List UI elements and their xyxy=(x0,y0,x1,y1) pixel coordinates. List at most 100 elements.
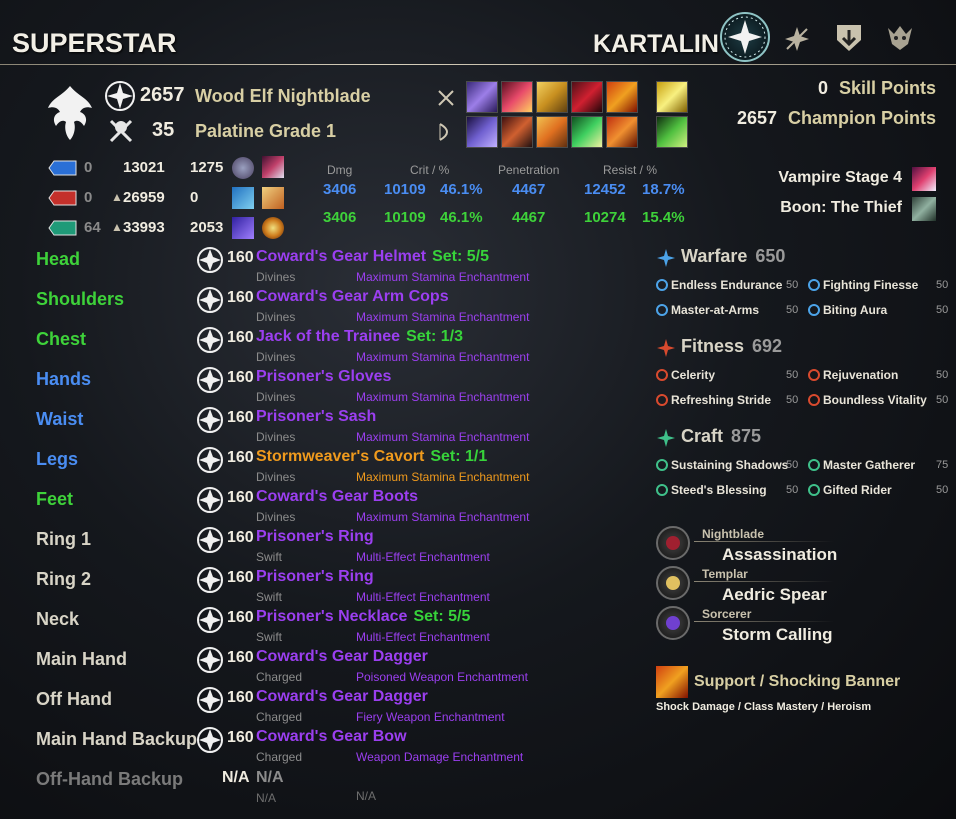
daedra-icon[interactable] xyxy=(884,22,914,52)
champion-star[interactable]: Steed's Blessing xyxy=(656,483,767,497)
item-name-line[interactable]: Coward's Gear Dagger xyxy=(256,688,428,706)
crossed-daggers-icon xyxy=(436,88,456,108)
gear-row-shoulders[interactable]: Shoulders 160 Coward's Gear Arm Cops Divine… xyxy=(0,287,560,329)
skill-line-name: Assassination xyxy=(722,545,838,564)
craft-constellation-icon xyxy=(656,428,676,448)
nightblade-skill-line-icon[interactable] xyxy=(656,526,690,560)
gear-row-feet[interactable]: Feet 160 Coward's Gear Boots Divines Maximum… xyxy=(0,487,560,529)
warfare-constellation-icon[interactable] xyxy=(782,24,812,54)
gear-row-waist[interactable]: Waist 160 Prisoner's Sash Divines Maximum St… xyxy=(0,406,560,449)
item-name-line[interactable]: Coward's Gear Arm Cops xyxy=(256,288,449,306)
champion-star[interactable]: Sustaining Shadows xyxy=(656,458,788,472)
champion-star[interactable]: Master Gatherer xyxy=(808,458,915,472)
champion-emblem-icon[interactable] xyxy=(720,12,770,62)
champion-star-points: 50 xyxy=(936,369,949,381)
item-name-line[interactable]: Coward's Gear Dagger xyxy=(256,648,428,666)
slot-name: Off Hand xyxy=(36,689,112,709)
item-name-line[interactable]: Prisoner's Sash xyxy=(256,408,376,426)
back-bar-skill-2-icon[interactable] xyxy=(501,116,533,148)
item-enchant: Maximum Stamina Enchantment xyxy=(356,270,530,284)
front-bar-ultimate-icon[interactable] xyxy=(656,81,688,113)
resource-tag-icon xyxy=(48,220,78,236)
champion-star-points: 50 xyxy=(786,369,799,381)
back-bar-ultimate-icon[interactable] xyxy=(656,116,688,148)
item-name-line[interactable]: Prisoner's Necklace Set: 5/5 xyxy=(256,608,470,626)
champion-star[interactable]: Celerity xyxy=(656,368,715,382)
champion-star-name: Boundless Vitality xyxy=(823,393,927,407)
item-enchant: Maximum Stamina Enchantment xyxy=(356,350,530,364)
resource-recovery: 2053 xyxy=(190,219,224,236)
gear-row-main-hand-backup[interactable]: Main Hand Backup 160 Coward's Gear Bow Char… xyxy=(0,726,560,769)
slot-name: Feet xyxy=(36,489,74,509)
back-bar-skill-5-icon[interactable] xyxy=(606,116,638,148)
champion-rank-icon xyxy=(196,646,224,674)
item-name-line[interactable]: Stormweaver's Cavort Set: 1/1 xyxy=(256,448,487,466)
gear-row-main-hand[interactable]: Main Hand 160 Coward's Gear Dagger Charged P… xyxy=(0,646,560,689)
fitness-constellation-icon xyxy=(656,338,676,358)
front-bar-skill-4-icon[interactable] xyxy=(571,81,603,113)
back-bar-skill-3-icon[interactable] xyxy=(536,116,568,148)
item-name: Coward's Gear Boots xyxy=(256,488,419,505)
slot-name: Off-Hand Backup xyxy=(36,769,184,789)
champion-star-points: 75 xyxy=(936,459,949,471)
champion-star[interactable]: Boundless Vitality xyxy=(808,393,927,407)
item-name: Stormweaver's Cavort xyxy=(256,448,425,465)
champion-tree-points: 875 xyxy=(731,426,762,446)
slot-name: Ring 1 xyxy=(36,529,92,549)
champion-rank-icon xyxy=(196,726,224,754)
item-name-line[interactable]: Prisoner's Ring xyxy=(256,528,374,546)
item-trait: Divines xyxy=(256,470,296,484)
stat-header-dmg: Dmg xyxy=(327,163,353,177)
gear-row-off-hand[interactable]: Off Hand 160 Coward's Gear Dagger Charged Fi… xyxy=(0,687,560,729)
champion-star[interactable]: Rejuvenation xyxy=(808,368,898,382)
shocking-banner-icon[interactable] xyxy=(656,666,688,698)
sorcerer-skill-line-icon[interactable] xyxy=(656,606,690,640)
slot-name: Main Hand xyxy=(36,649,128,669)
gear-row-chest[interactable]: Chest 160 Jack of the Trainee Set: 1/3 Divin… xyxy=(0,327,560,369)
gear-row-head[interactable]: Head 160 Coward's Gear Helmet Set: 5/5 Divin… xyxy=(0,247,560,289)
front-bar-skill-5-icon[interactable] xyxy=(606,81,638,113)
item-name-line[interactable]: Prisoner's Gloves xyxy=(256,368,391,386)
templar-skill-line-icon[interactable] xyxy=(656,566,690,600)
gear-row-neck[interactable]: Neck 160 Prisoner's Necklace Set: 5/5 Swift M… xyxy=(0,607,560,649)
passive-effect-2-icon xyxy=(232,187,254,209)
champion-star[interactable]: Endless Endurance xyxy=(656,278,782,292)
shield-arrow-icon[interactable] xyxy=(834,22,864,52)
stat-header-resist: Resist / % xyxy=(603,163,658,177)
passive-effect-4-icon xyxy=(232,217,254,239)
gear-row-ring-2[interactable]: Ring 2 160 Prisoner's Ring Swift Multi-Effec… xyxy=(0,567,560,609)
item-name: Coward's Gear Dagger xyxy=(256,688,428,705)
champion-star[interactable]: Biting Aura xyxy=(808,303,887,317)
item-trait: Swift xyxy=(256,590,283,604)
champion-star[interactable]: Refreshing Stride xyxy=(656,393,771,407)
item-name-line[interactable]: Prisoner's Ring xyxy=(256,568,374,586)
champion-star-name: Fighting Finesse xyxy=(823,278,919,292)
front-bar-skill-2-icon[interactable] xyxy=(501,81,533,113)
nightblade-class-icon xyxy=(44,82,96,144)
stat-crit-pct: 46.1% xyxy=(440,209,483,226)
gear-row-offhand-backup[interactable]: Off-Hand Backup N/A N/A N/A N/A xyxy=(0,769,560,809)
champion-star[interactable]: Fighting Finesse xyxy=(808,278,918,292)
front-bar-skill-1-icon[interactable] xyxy=(466,81,498,113)
item-name: Prisoner's Ring xyxy=(256,528,374,545)
item-name-line[interactable]: Jack of the Trainee Set: 1/3 xyxy=(256,328,463,346)
front-bar-skill-3-icon[interactable] xyxy=(536,81,568,113)
slot-name: Neck xyxy=(36,609,80,629)
item-set-progress: Set: 1/1 xyxy=(430,448,488,465)
gear-row-legs[interactable]: Legs 160 Stormweaver's Cavort Set: 1/1 Divin… xyxy=(0,447,560,489)
slotted-star-icon xyxy=(656,394,668,406)
champion-star-name: Steed's Blessing xyxy=(671,483,767,497)
back-bar-skill-1-icon[interactable] xyxy=(466,116,498,148)
champion-star[interactable]: Master-at-Arms xyxy=(656,303,759,317)
champion-rank-icon xyxy=(196,406,224,434)
stat-resist-pct: 18.7% xyxy=(642,181,685,198)
back-bar-skill-4-icon[interactable] xyxy=(571,116,603,148)
item-enchant: Maximum Stamina Enchantment xyxy=(356,510,530,524)
item-name-line[interactable]: Coward's Gear Helmet Set: 5/5 xyxy=(256,248,489,266)
champion-points-icon xyxy=(104,80,136,112)
gear-row-hands[interactable]: Hands 160 Prisoner's Gloves Divines Maximum … xyxy=(0,367,560,409)
item-name-line[interactable]: Coward's Gear Boots xyxy=(256,488,418,506)
champion-star[interactable]: Gifted Rider xyxy=(808,483,892,497)
gear-row-ring-1[interactable]: Ring 1 160 Prisoner's Ring Swift Multi-Effec… xyxy=(0,527,560,569)
item-name-line[interactable]: Coward's Gear Bow xyxy=(256,728,407,746)
